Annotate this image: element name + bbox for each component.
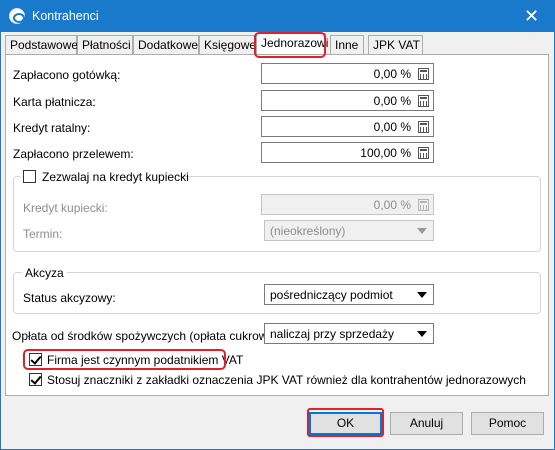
title-bar[interactable]: Kontrahenci ✕ <box>1 1 554 32</box>
transfer-percent-field[interactable]: 100,00 % <box>261 142 434 163</box>
excise-status-select[interactable]: pośredniczący podmiot <box>264 284 434 305</box>
tab-podstawowe[interactable]: Podstawowe <box>5 35 78 55</box>
card-percent-field[interactable]: 0,00 % <box>261 90 434 111</box>
merchant-credit-value: 0,00 % <box>373 198 411 212</box>
term-label: Termin: <box>23 227 63 241</box>
card-label: Karta płatnicza: <box>13 95 96 109</box>
cancel-button[interactable]: Anuluj <box>390 412 463 435</box>
tab-inne[interactable]: Inne <box>330 35 364 55</box>
close-button[interactable]: ✕ <box>509 1 554 32</box>
cash-label: Zapłacono gotówką: <box>13 68 121 82</box>
excise-status-label: Status akcyzowy: <box>23 291 116 305</box>
jpk-markers-checkbox[interactable] <box>29 373 42 386</box>
calculator-icon[interactable] <box>418 68 429 80</box>
term-value: (nieokreślony) <box>270 224 346 238</box>
transfer-label: Zapłacono przelewem: <box>13 147 134 161</box>
calculator-icon[interactable] <box>418 121 429 133</box>
app-logo-icon <box>9 8 25 24</box>
calculator-icon[interactable] <box>418 95 429 107</box>
dialog-window: Kontrahenci ✕ Podstawowe Płatności Dodat… <box>0 0 555 450</box>
tab-dodatkowe[interactable]: Dodatkowe <box>133 35 199 55</box>
tab-jednorazowi[interactable]: Jednorazowi <box>256 33 328 55</box>
cash-percent-field[interactable]: 0,00 % <box>261 63 434 84</box>
calculator-icon[interactable] <box>418 147 429 159</box>
card-value: 0,00 % <box>373 94 411 108</box>
installment-percent-field[interactable]: 0,00 % <box>261 116 434 137</box>
active-vat-payer-label[interactable]: Firma jest czynnym podatnikiem VAT <box>47 353 243 367</box>
excise-status-value: pośredniczący podmiot <box>270 288 393 302</box>
credit-group-legend: Zezwalaj na kredyt kupiecki <box>20 168 189 185</box>
excise-group-title: Akcyza <box>22 266 67 280</box>
tab-ksiegowe[interactable]: Księgowe <box>199 35 256 55</box>
tab-jpk-vat[interactable]: JPK VAT <box>368 35 423 55</box>
sugar-fee-value: naliczaj przy sprzedaży <box>270 327 395 341</box>
installment-value: 0,00 % <box>373 120 411 134</box>
cash-value: 0,00 % <box>373 67 411 81</box>
allow-credit-checkbox[interactable] <box>23 170 36 183</box>
chevron-down-icon <box>417 228 427 234</box>
term-select: (nieokreślony) <box>264 220 434 241</box>
active-vat-payer-checkbox[interactable] <box>29 353 42 366</box>
help-button[interactable]: Pomoc <box>471 412 544 435</box>
calculator-icon <box>418 199 429 211</box>
jpk-markers-label[interactable]: Stosuj znaczniki z zakładki oznaczenia J… <box>47 373 526 387</box>
merchant-credit-label: Kredyt kupiecki: <box>23 201 108 215</box>
merchant-credit-field: 0,00 % <box>261 194 434 215</box>
ok-button[interactable]: OK <box>309 412 382 435</box>
chevron-down-icon <box>417 292 427 298</box>
chevron-down-icon <box>417 331 427 337</box>
sugar-fee-select[interactable]: naliczaj przy sprzedaży <box>264 323 434 344</box>
transfer-value: 100,00 % <box>360 146 411 160</box>
window-title: Kontrahenci <box>32 9 99 23</box>
allow-credit-label[interactable]: Zezwalaj na kredyt kupiecki <box>42 170 189 184</box>
installment-label: Kredyt ratalny: <box>13 121 91 135</box>
tab-platnosci[interactable]: Płatności <box>77 35 133 55</box>
sugar-fee-label: Opłata od środków spożywczych (opłata cu… <box>12 329 282 343</box>
